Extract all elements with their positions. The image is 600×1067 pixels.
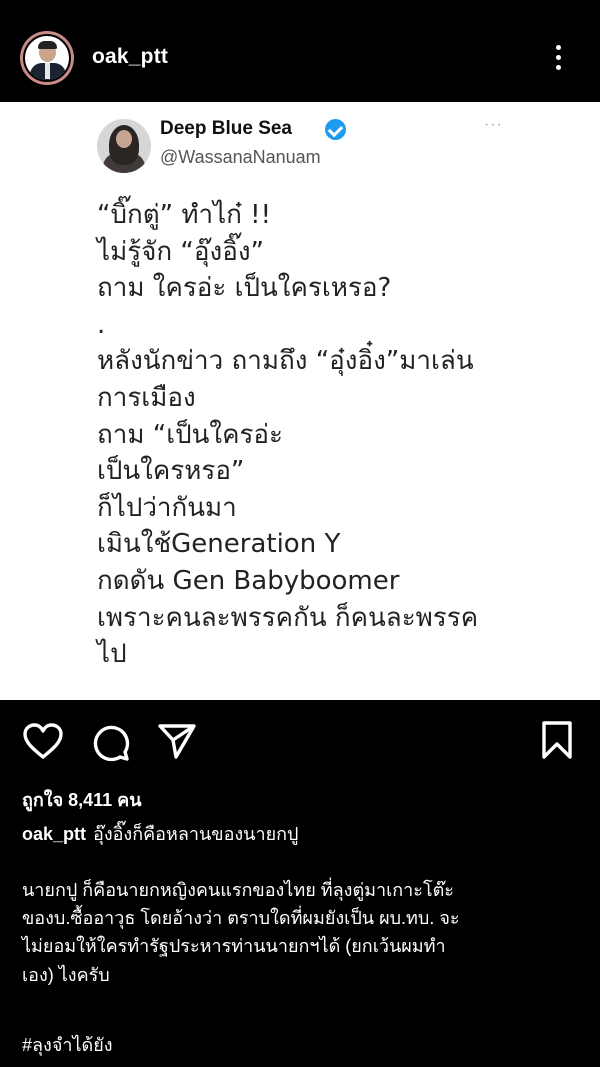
likes-count[interactable]: ถูกใจ 8,411 คน (22, 785, 142, 814)
caption-text: อุ๊งอิ๊งก็คือหลานของนายกปู (93, 824, 299, 844)
body-line: ของบ.ซื้ออาวุธ โดยอ้างว่า ตราบใดที่ผมยัง… (22, 908, 460, 929)
body-line: ไม่ยอมให้ใครทำรัฐประหารท่านนายกฯได้ (ยกเ… (22, 936, 446, 957)
tweet-line: กดดัน Gen Babyboomer (97, 565, 400, 596)
hashtag-link[interactable]: #ลุงจำได้ยัง (22, 1030, 113, 1059)
bookmark-icon[interactable] (540, 720, 574, 760)
tweet-line: หลังนักข่าว ถามถึง “อุ๋งอิ๋ง”มาเล่น (97, 346, 474, 377)
tweet-line: เพราะคนละพรรคกัน ก็คนละพรรค (97, 602, 479, 633)
send-icon[interactable] (157, 722, 197, 760)
tweet-line: ถาม “เป็นใครอ่ะ (97, 419, 284, 450)
tweet-line: เป็นใครหรอ” (97, 456, 245, 487)
tweet-display-name: Deep Blue Sea (160, 118, 292, 139)
verified-badge-icon (325, 119, 346, 140)
tweet-line: ก็ไปว่ากันมา (97, 492, 237, 523)
heart-icon[interactable] (22, 722, 64, 760)
comment-icon[interactable] (89, 721, 131, 763)
tweet-text: “บิ๊กตู่” ทำไก๋ !! ไม่รู้จัก “อุ๊งอิ๊ง” … (97, 197, 567, 673)
tweet-line: การเมือง (97, 382, 196, 413)
tweet-line: “บิ๊กตู่” ทำไก๋ !! (97, 200, 272, 230)
action-bar (0, 702, 600, 782)
more-vertical-icon[interactable] (548, 40, 568, 76)
caption: oak_ptt อุ๊งอิ๊งก็คือหลานของนายกปู (22, 819, 582, 848)
post-header: oak_ptt (0, 0, 600, 102)
body-line: เอง) ไงครับ (22, 964, 110, 985)
tweet-line: ไม่รู้จัก “อุ๊งอิ๊ง” (97, 236, 264, 267)
post-body-text: นายกปู ก็คือนายกหญิงคนแรกของไทย ที่ลุงตู… (22, 876, 582, 989)
tweet-handle: @WassanaNanuam (160, 147, 321, 167)
tweet-more-icon: ··· (484, 116, 503, 133)
tweet-line: ไป (97, 639, 127, 670)
body-line: นายกปู ก็คือนายกหญิงคนแรกของไทย ที่ลุงตู… (22, 880, 454, 900)
tweet-author-avatar (97, 119, 151, 173)
avatar-image (23, 34, 71, 82)
tweet-line: เมินใช้Generation Y (97, 529, 341, 560)
profile-avatar[interactable] (20, 31, 74, 85)
post-image[interactable]: Deep Blue Sea @WassanaNanuam ··· “บิ๊กตู… (0, 102, 600, 700)
username-link[interactable]: oak_ptt (92, 45, 168, 69)
caption-username[interactable]: oak_ptt (22, 824, 86, 844)
tweet-line: ถาม ใครอ่ะ เป็นใครเหรอ? (97, 273, 392, 304)
tweet-line: . (97, 309, 106, 340)
